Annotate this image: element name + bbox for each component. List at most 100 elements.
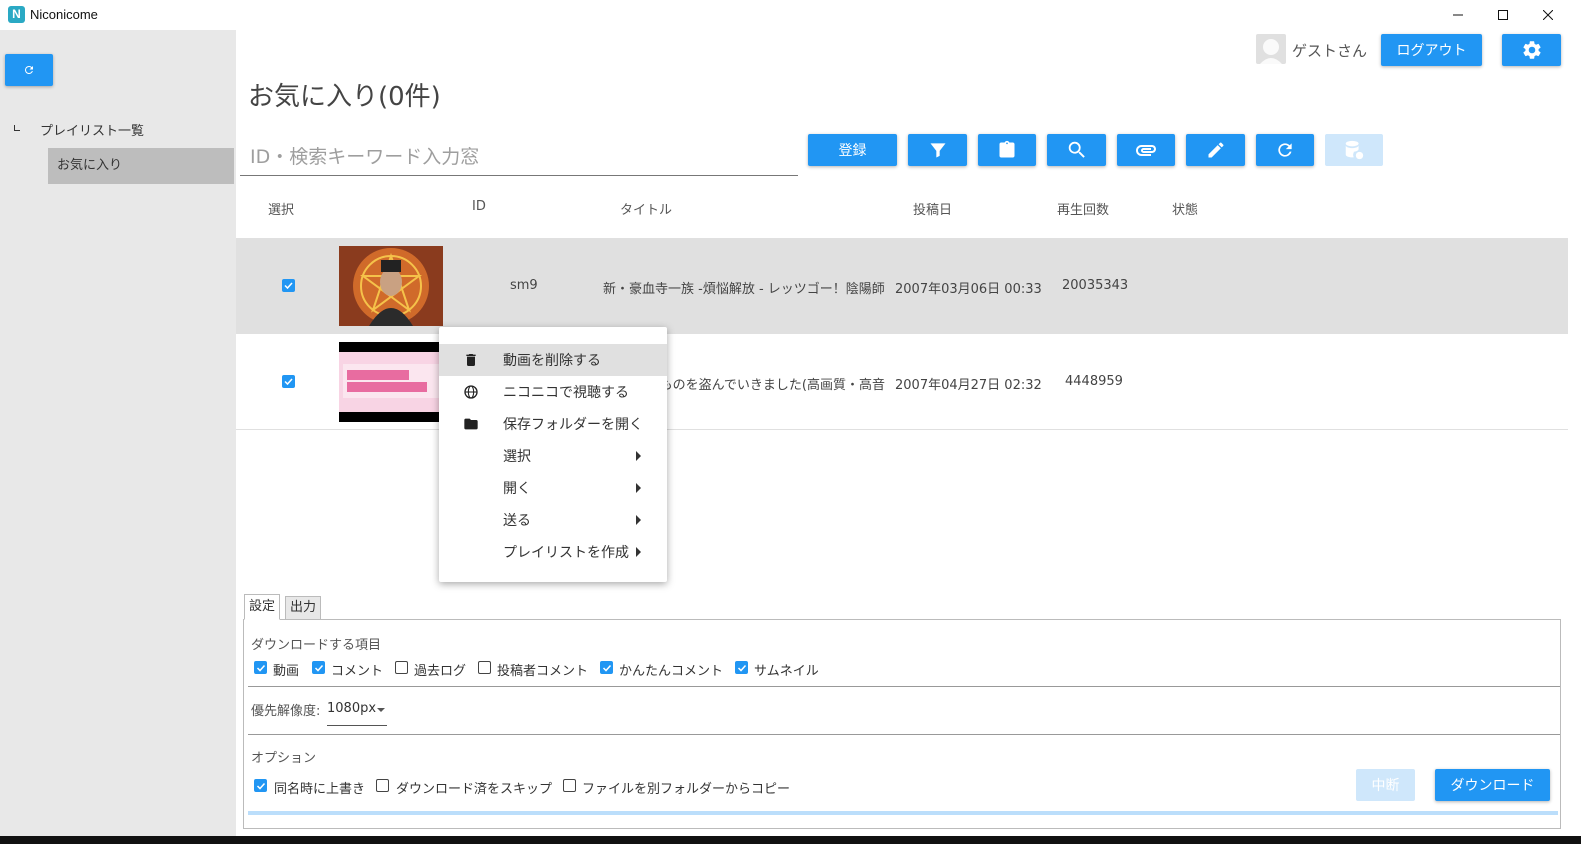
easy-comment-checkbox[interactable] (600, 661, 613, 674)
options-label: オプション (251, 751, 317, 766)
paperclip-icon (1136, 145, 1156, 156)
column-header-id[interactable]: ID (472, 199, 486, 214)
sidebar: プレイリスト一覧 お気に入り (0, 30, 236, 836)
minimize-button[interactable] (1435, 0, 1481, 30)
edit-button[interactable] (1186, 134, 1245, 166)
taskbar-edge (0, 836, 1581, 844)
comment-checkbox-label: コメント (331, 664, 384, 679)
close-icon (1543, 10, 1553, 20)
owner-comment-checkbox[interactable] (478, 661, 491, 674)
window-title: Niconicome (30, 7, 98, 22)
trash-icon (466, 354, 476, 366)
clipboard-button[interactable] (978, 134, 1036, 166)
column-header-status[interactable]: 状態 (1172, 199, 1198, 218)
guest-avatar-icon (1260, 39, 1282, 64)
tree-collapse-icon[interactable] (14, 125, 20, 131)
video-date: 2007年04月27日 02:32 (895, 378, 1042, 393)
download-button[interactable]: ダウンロード (1435, 769, 1550, 801)
refresh-icon (24, 65, 33, 74)
filter-button[interactable] (908, 134, 967, 166)
submenu-arrow-icon (636, 451, 641, 461)
video-checkbox-label: 動画 (273, 664, 300, 679)
menu-item-label: 送る (503, 513, 531, 529)
database-sync-button[interactable] (1325, 134, 1383, 166)
search-input[interactable] (240, 138, 798, 176)
column-header-views[interactable]: 再生回数 (1057, 199, 1109, 218)
refresh-button[interactable] (1256, 134, 1314, 166)
menu-item-label: 保存フォルダーを開く (503, 417, 643, 433)
maximize-button[interactable] (1480, 0, 1526, 30)
title-bar: N Niconicome (0, 0, 1581, 30)
menu-item-delete-video[interactable]: 動画を削除する (439, 344, 667, 376)
menu-item-select[interactable]: 選択 (439, 440, 667, 472)
column-header-select[interactable]: 選択 (268, 199, 294, 218)
comment-checkbox[interactable] (312, 661, 325, 674)
database-sync-icon (1345, 140, 1364, 160)
avatar (1256, 34, 1286, 64)
folder-icon (464, 418, 478, 430)
video-views: 20035343 (1062, 278, 1129, 293)
thumbnail-image (339, 342, 443, 422)
menu-item-open-folder[interactable]: 保存フォルダーを開く (439, 408, 667, 440)
context-menu: 動画を削除する ニコニコで視聴する 保存フォルダーを開く 選択 開く 送る プレ… (439, 327, 667, 582)
cancel-button[interactable]: 中断 (1356, 769, 1415, 801)
video-thumbnail[interactable] (339, 342, 443, 422)
clipboard-icon (999, 140, 1015, 158)
video-id: sm9 (510, 278, 538, 293)
menu-item-send[interactable]: 送る (439, 504, 667, 536)
menu-item-open[interactable]: 開く (439, 472, 667, 504)
resolution-select[interactable]: 1080px (327, 698, 387, 726)
tab-settings[interactable]: 設定 (244, 594, 281, 620)
close-button[interactable] (1525, 0, 1571, 30)
resolution-label: 優先解像度: (251, 704, 321, 719)
resolution-value: 1080px (327, 701, 377, 716)
check-icon (284, 282, 293, 290)
check-icon (737, 664, 747, 672)
divider (248, 686, 1560, 687)
column-header-title[interactable]: タイトル (620, 199, 672, 218)
tree-root-playlists[interactable]: プレイリスト一覧 (40, 120, 144, 139)
refresh-icon (1278, 143, 1292, 157)
gear-icon (1522, 41, 1541, 59)
overwrite-checkbox[interactable] (254, 779, 267, 792)
row-select-checkbox[interactable] (282, 279, 295, 292)
menu-item-create-playlist[interactable]: プレイリストを作成 (439, 536, 667, 568)
column-header-date[interactable]: 投稿日 (913, 199, 952, 218)
past-log-checkbox[interactable] (395, 661, 408, 674)
submenu-arrow-icon (636, 547, 641, 557)
menu-item-label: 動画を削除する (503, 353, 601, 369)
check-icon (284, 378, 293, 386)
settings-button[interactable] (1502, 34, 1561, 66)
search-button[interactable] (1047, 134, 1106, 166)
user-name: ゲストさん (1292, 42, 1368, 60)
video-date: 2007年03月06日 00:33 (895, 282, 1042, 297)
tab-output[interactable]: 出力 (285, 596, 322, 620)
pencil-icon (1208, 142, 1224, 158)
table-row[interactable]: sm9 新・豪血寺一族 -煩悩解放 - レッツゴー！陰陽師 2007年03月06… (236, 238, 1568, 334)
page-title: お気に入り(0件) (248, 82, 441, 112)
maximize-icon (1498, 10, 1508, 20)
logout-button[interactable]: ログアウト (1381, 34, 1482, 66)
check-icon (256, 782, 266, 790)
thumbnail-checkbox-label: サムネイル (754, 664, 819, 679)
minimize-icon (1453, 14, 1463, 16)
skip-downloaded-checkbox[interactable] (376, 779, 389, 792)
overwrite-checkbox-label: 同名時に上書き (274, 782, 366, 797)
table-row[interactable]: ものを盗んでいきました(高画質・高音 2007年04月27日 02:32 444… (236, 334, 1568, 430)
copy-from-folder-checkbox[interactable] (563, 779, 576, 792)
menu-item-watch-niconico[interactable]: ニコニコで視聴する (439, 376, 667, 408)
attach-button[interactable] (1117, 134, 1175, 166)
register-button[interactable]: 登録 (808, 134, 897, 166)
refresh-playlists-button[interactable] (5, 54, 53, 86)
video-thumbnail[interactable] (339, 246, 443, 326)
row-select-checkbox[interactable] (282, 375, 295, 388)
owner-comment-checkbox-label: 投稿者コメント (497, 664, 589, 679)
tree-item-favorites[interactable]: お気に入り (48, 148, 234, 184)
video-checkbox[interactable] (254, 661, 267, 674)
easy-comment-checkbox-label: かんたんコメント (619, 664, 724, 679)
copy-from-folder-checkbox-label: ファイルを別フォルダーからコピー (582, 782, 791, 797)
skip-downloaded-checkbox-label: ダウンロード済をスキップ (396, 782, 553, 797)
check-icon (256, 664, 266, 672)
past-log-checkbox-label: 過去ログ (414, 664, 467, 679)
thumbnail-checkbox[interactable] (735, 661, 748, 674)
